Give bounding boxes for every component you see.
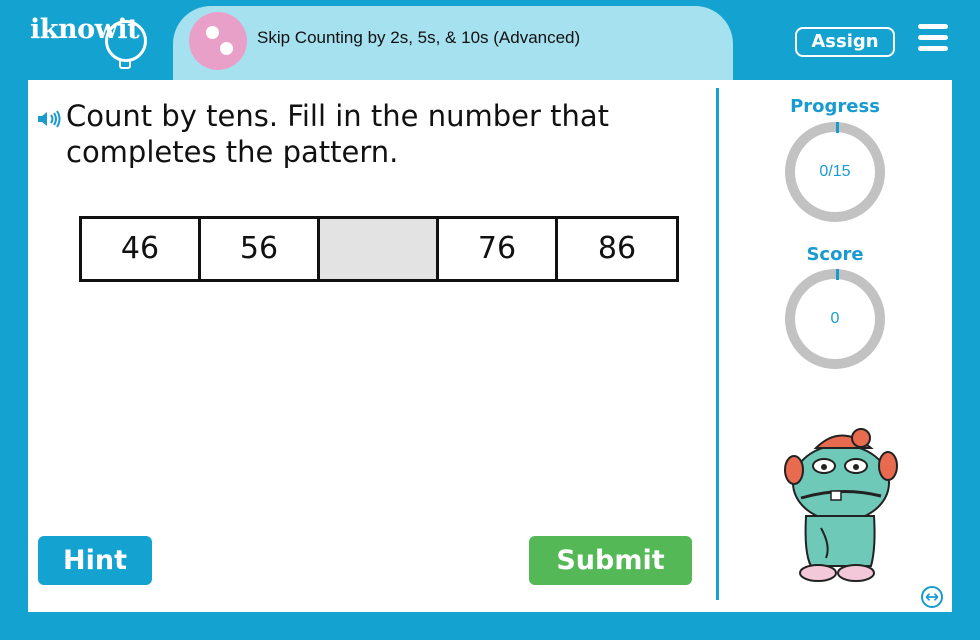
menu-bar xyxy=(918,24,948,29)
progress-ring: 0/15 xyxy=(785,122,885,222)
answer-input-cell[interactable] xyxy=(320,219,439,279)
monster-mascot xyxy=(784,428,898,582)
topic-icon-dot xyxy=(206,26,219,39)
number-pattern: 46 56 76 86 xyxy=(79,216,679,282)
score-ring: 0 xyxy=(785,269,885,369)
submit-button[interactable]: Submit xyxy=(529,536,692,585)
lesson-title-bar: Skip Counting by 2s, 5s, & 10s (Advanced… xyxy=(173,6,733,82)
score-value: 0 xyxy=(830,310,840,327)
pattern-cell: 86 xyxy=(558,219,676,279)
header: iknowit Skip Counting by 2s, 5s, & 10s (… xyxy=(0,0,980,82)
lightbulb-base xyxy=(119,61,131,69)
menu-bar xyxy=(918,46,948,51)
pattern-cell: 76 xyxy=(439,219,558,279)
progress-label: Progress xyxy=(790,96,880,117)
topic-icon-dot xyxy=(220,42,233,55)
lesson-title: Skip Counting by 2s, 5s, & 10s (Advanced… xyxy=(257,28,581,47)
topic-icon xyxy=(189,12,247,70)
assign-button[interactable]: Assign xyxy=(795,27,895,57)
menu-bar xyxy=(918,35,948,40)
speaker-icon[interactable] xyxy=(36,109,64,129)
menu-icon[interactable] xyxy=(918,24,948,52)
question-prompt: Count by tens. Fill in the number that c… xyxy=(66,99,609,169)
score-label: Score xyxy=(806,244,864,265)
progress-value: 0/15 xyxy=(819,163,851,180)
pattern-cell: 56 xyxy=(201,219,320,279)
iknowit-logo[interactable]: iknowit xyxy=(30,14,147,69)
pattern-cell: 46 xyxy=(82,219,201,279)
main-panel: Count by tens. Fill in the number that c… xyxy=(28,80,952,612)
expand-icon[interactable] xyxy=(921,586,943,608)
hint-button[interactable]: Hint xyxy=(38,536,152,585)
logo-text: iknowit xyxy=(30,14,140,45)
panel-divider xyxy=(716,88,719,600)
